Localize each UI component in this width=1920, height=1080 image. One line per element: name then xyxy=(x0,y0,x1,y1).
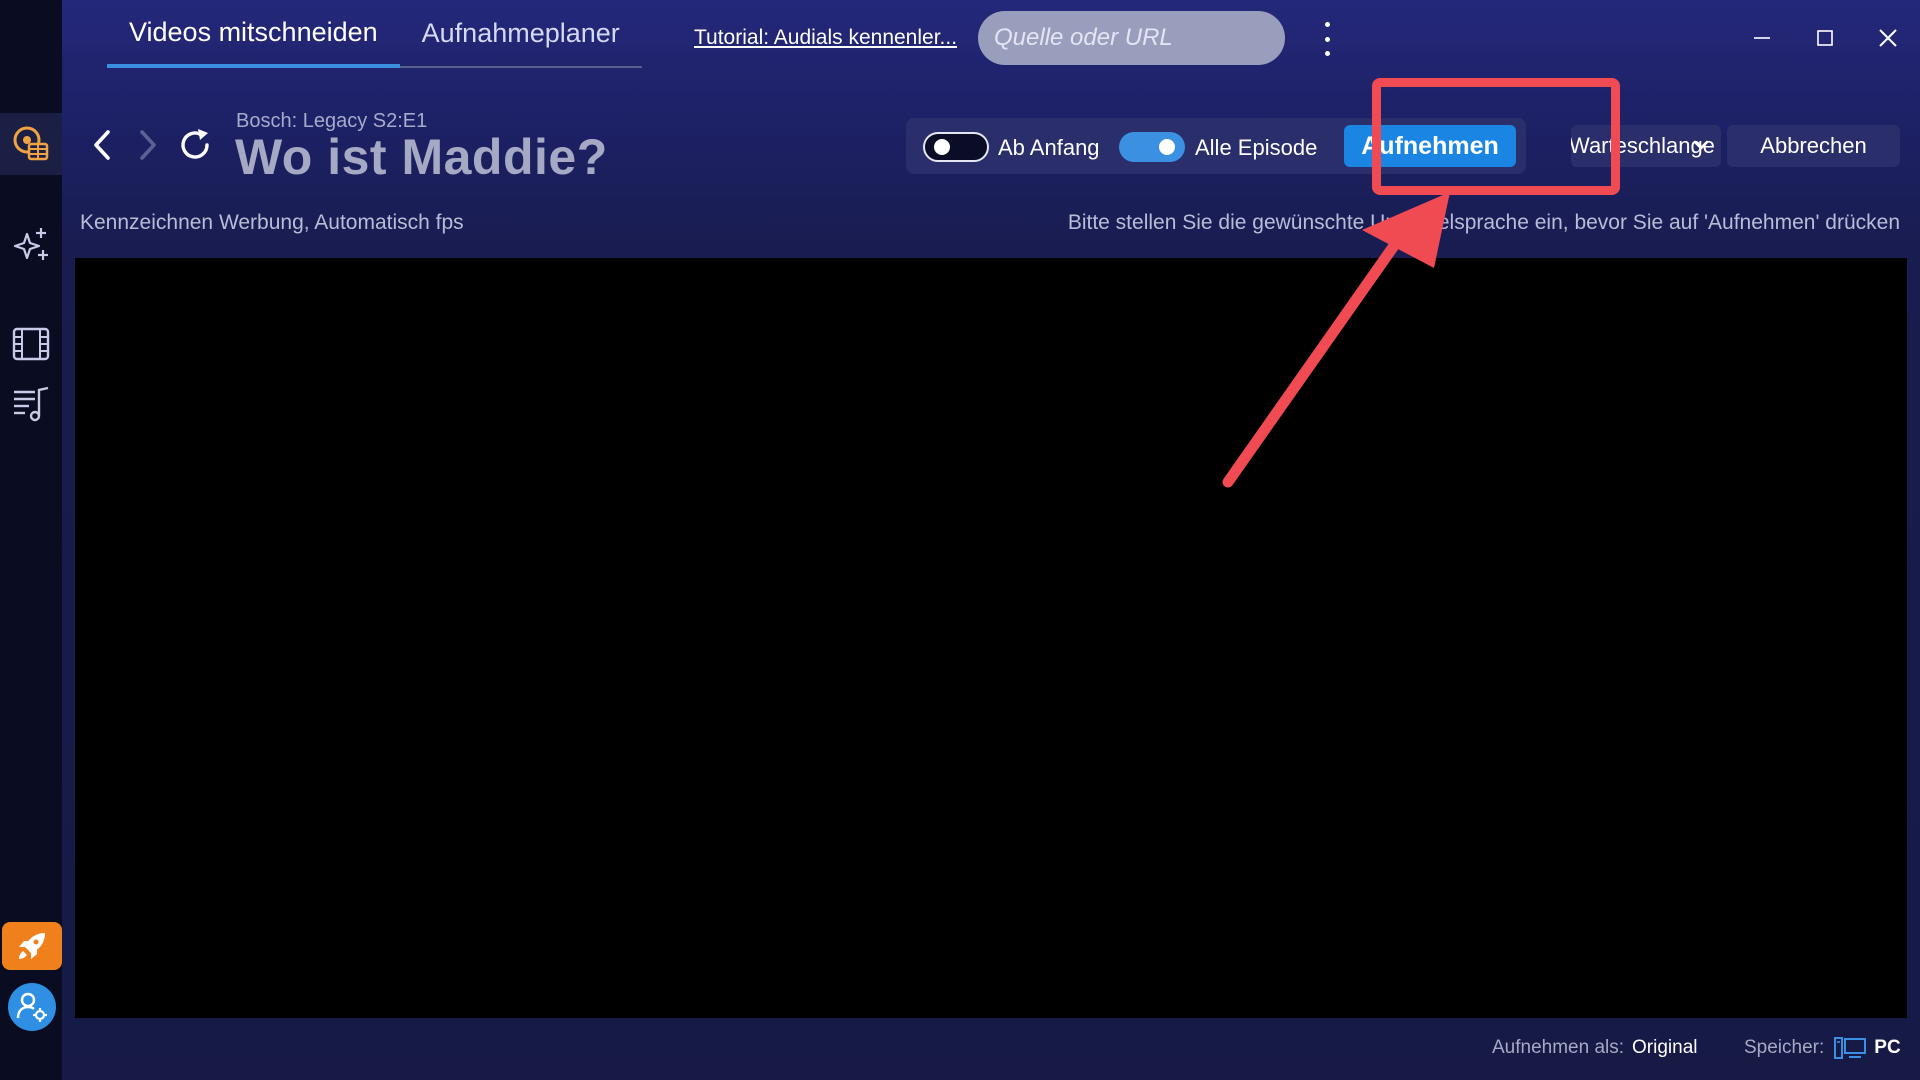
minimize-icon xyxy=(1754,37,1770,39)
reload-button[interactable] xyxy=(175,125,215,165)
search-input[interactable] xyxy=(978,11,1285,65)
close-icon xyxy=(1879,29,1897,47)
queue-dropdown[interactable]: Warteschlange xyxy=(1571,125,1721,167)
storage-label: Speicher: xyxy=(1744,1037,1825,1058)
reload-icon xyxy=(181,129,209,159)
maximize-icon xyxy=(1817,30,1833,46)
cancel-button[interactable]: Abbrechen xyxy=(1727,125,1900,167)
sidebar-item-music[interactable] xyxy=(0,373,62,435)
video-player[interactable] xyxy=(75,258,1907,1018)
sidebar-item-magic[interactable] xyxy=(0,213,62,275)
subtitle-hint: Bitte stellen Sie die gewünschte Unterti… xyxy=(1067,211,1900,234)
record-format-label: Aufnehmen als: xyxy=(1492,1037,1625,1058)
main-panel: Videos mitschneiden Aufnahmeplaner Tutor… xyxy=(62,0,1920,1080)
minimize-button[interactable] xyxy=(1742,18,1782,58)
page-title: Wo ist Maddie? xyxy=(235,129,608,185)
more-menu-icon[interactable] xyxy=(1317,20,1337,58)
film-icon xyxy=(12,327,50,361)
record-format-value[interactable]: Original xyxy=(1632,1037,1697,1058)
record-button[interactable]: Aufnehmen xyxy=(1344,125,1516,167)
chevron-down-icon xyxy=(1693,140,1709,150)
toggle-ab-anfang-label: Ab Anfang xyxy=(998,135,1100,160)
rocket-icon xyxy=(19,933,45,959)
tutorial-link[interactable]: Tutorial: Audials kennenler... xyxy=(694,26,957,50)
forward-button[interactable] xyxy=(128,125,168,165)
user-settings-button[interactable] xyxy=(8,983,56,1031)
music-playlist-icon xyxy=(14,386,49,422)
back-button[interactable] xyxy=(82,125,122,165)
storage-status: Speicher: PC xyxy=(1744,1037,1901,1059)
toggle-ab-anfang[interactable] xyxy=(923,132,989,162)
close-button[interactable] xyxy=(1868,18,1908,58)
magic-sparkle-icon xyxy=(13,228,48,260)
sidebar xyxy=(0,0,62,1080)
chevron-left-icon xyxy=(94,130,110,160)
toggle-alle-episoden-label: Alle Episode xyxy=(1195,135,1318,160)
maximize-button[interactable] xyxy=(1805,18,1845,58)
pc-storage-icon xyxy=(1834,1037,1867,1059)
storage-value[interactable]: PC xyxy=(1874,1037,1900,1059)
tab-videos-mitschneiden[interactable]: Videos mitschneiden xyxy=(107,0,400,68)
tab-bar: Videos mitschneiden Aufnahmeplaner xyxy=(107,0,642,70)
sidebar-item-film[interactable] xyxy=(0,313,62,375)
sidebar-item-video-recorder[interactable] xyxy=(0,113,62,175)
chevron-right-icon xyxy=(140,130,156,160)
tab-aufnahmeplaner[interactable]: Aufnahmeplaner xyxy=(399,0,642,68)
user-settings-icon xyxy=(16,992,47,1022)
recording-info: Kennzeichnen Werbung, Automatisch fps xyxy=(80,211,464,234)
record-format-status: Aufnehmen als: Original xyxy=(1492,1037,1698,1059)
video-recorder-icon xyxy=(13,126,49,161)
toggle-alle-episoden[interactable] xyxy=(1119,132,1185,162)
rocket-button[interactable] xyxy=(2,922,62,970)
